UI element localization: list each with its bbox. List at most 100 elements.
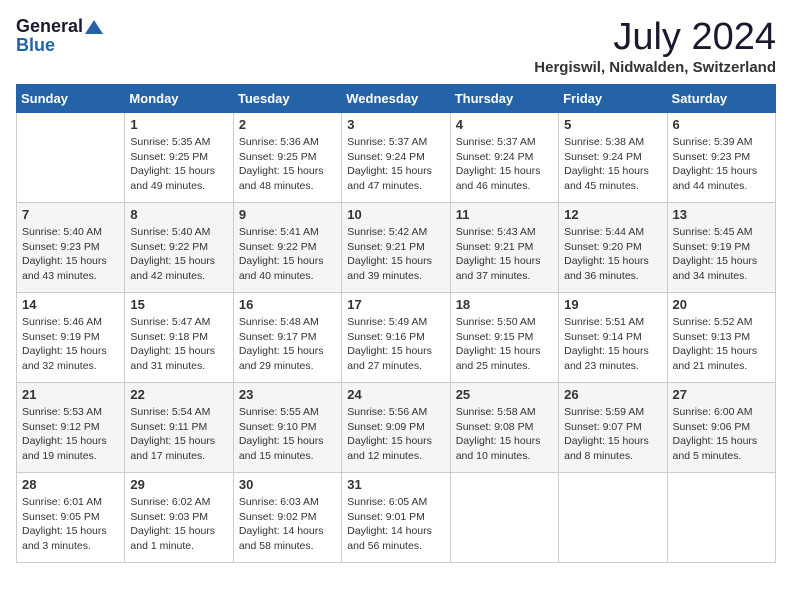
day-info: Sunrise: 5:35 AM Sunset: 9:25 PM Dayligh… (130, 135, 227, 194)
week-row-1: 1 Sunrise: 5:35 AM Sunset: 9:25 PM Daylig… (17, 113, 776, 203)
calendar-cell: 6 Sunrise: 5:39 AM Sunset: 9:23 PM Daylig… (667, 113, 775, 203)
header-thursday: Thursday (450, 85, 558, 113)
week-row-4: 21Sunrise: 5:53 AM Sunset: 9:12 PM Dayli… (17, 383, 776, 473)
header-sunday: Sunday (17, 85, 125, 113)
header-monday: Monday (125, 85, 233, 113)
day-number: 30 (239, 477, 336, 492)
calendar-cell: 3 Sunrise: 5:37 AM Sunset: 9:24 PM Daylig… (342, 113, 450, 203)
calendar-cell: 28Sunrise: 6:01 AM Sunset: 9:05 PM Dayli… (17, 473, 125, 563)
day-number: 11 (456, 207, 553, 222)
week-row-3: 14 Sunrise: 5:46 AM Sunset: 9:19 PM Dayli… (17, 293, 776, 383)
day-info: Sunrise: 6:00 AM Sunset: 9:06 PM Dayligh… (673, 405, 770, 464)
logo-icon (85, 18, 103, 36)
day-info: Sunrise: 5:36 AM Sunset: 9:25 PM Dayligh… (239, 135, 336, 194)
day-number: 10 (347, 207, 444, 222)
day-info: Sunrise: 5:42 AM Sunset: 9:21 PM Dayligh… (347, 225, 444, 284)
day-info: Sunrise: 6:01 AM Sunset: 9:05 PM Dayligh… (22, 495, 119, 554)
logo-general: General (16, 16, 83, 37)
calendar-cell: 7 Sunrise: 5:40 AM Sunset: 9:23 PM Daylig… (17, 203, 125, 293)
day-number: 29 (130, 477, 227, 492)
day-info: Sunrise: 5:43 AM Sunset: 9:21 PM Dayligh… (456, 225, 553, 284)
calendar-cell: 21Sunrise: 5:53 AM Sunset: 9:12 PM Dayli… (17, 383, 125, 473)
location-title: Hergiswil, Nidwalden, Switzerland (534, 59, 776, 76)
logo-blue: Blue (16, 35, 55, 56)
calendar-cell (450, 473, 558, 563)
logo: General Blue (16, 16, 103, 56)
day-info: Sunrise: 5:38 AM Sunset: 9:24 PM Dayligh… (564, 135, 661, 194)
day-number: 31 (347, 477, 444, 492)
day-number: 27 (673, 387, 770, 402)
day-info: Sunrise: 5:40 AM Sunset: 9:22 PM Dayligh… (130, 225, 227, 284)
day-info: Sunrise: 5:39 AM Sunset: 9:23 PM Dayligh… (673, 135, 770, 194)
day-number: 25 (456, 387, 553, 402)
day-info: Sunrise: 5:41 AM Sunset: 9:22 PM Dayligh… (239, 225, 336, 284)
calendar-cell: 31 Sunrise: 6:05 AM Sunset: 9:01 PM Dayli… (342, 473, 450, 563)
day-number: 19 (564, 297, 661, 312)
calendar-cell: 9 Sunrise: 5:41 AM Sunset: 9:22 PM Daylig… (233, 203, 341, 293)
header-saturday: Saturday (667, 85, 775, 113)
day-info: Sunrise: 5:40 AM Sunset: 9:23 PM Dayligh… (22, 225, 119, 284)
day-number: 13 (673, 207, 770, 222)
calendar-cell: 4 Sunrise: 5:37 AM Sunset: 9:24 PM Daylig… (450, 113, 558, 203)
day-number: 15 (130, 297, 227, 312)
calendar-cell: 5 Sunrise: 5:38 AM Sunset: 9:24 PM Daylig… (559, 113, 667, 203)
day-number: 8 (130, 207, 227, 222)
calendar-cell (559, 473, 667, 563)
day-number: 22 (130, 387, 227, 402)
header-tuesday: Tuesday (233, 85, 341, 113)
day-number: 20 (673, 297, 770, 312)
week-row-5: 28Sunrise: 6:01 AM Sunset: 9:05 PM Dayli… (17, 473, 776, 563)
calendar-cell: 29 Sunrise: 6:02 AM Sunset: 9:03 PM Dayli… (125, 473, 233, 563)
calendar-table: Sunday Monday Tuesday Wednesday Thursday… (16, 84, 776, 563)
day-info: Sunrise: 6:03 AM Sunset: 9:02 PM Dayligh… (239, 495, 336, 554)
day-number: 14 (22, 297, 119, 312)
calendar-cell: 25 Sunrise: 5:58 AM Sunset: 9:08 PM Dayli… (450, 383, 558, 473)
calendar-cell: 20Sunrise: 5:52 AM Sunset: 9:13 PM Dayli… (667, 293, 775, 383)
calendar-cell: 13Sunrise: 5:45 AM Sunset: 9:19 PM Dayli… (667, 203, 775, 293)
day-info: Sunrise: 5:58 AM Sunset: 9:08 PM Dayligh… (456, 405, 553, 464)
calendar-cell: 10 Sunrise: 5:42 AM Sunset: 9:21 PM Dayli… (342, 203, 450, 293)
day-info: Sunrise: 5:46 AM Sunset: 9:19 PM Dayligh… (22, 315, 119, 374)
day-info: Sunrise: 5:51 AM Sunset: 9:14 PM Dayligh… (564, 315, 661, 374)
calendar-cell: 1 Sunrise: 5:35 AM Sunset: 9:25 PM Daylig… (125, 113, 233, 203)
calendar-cell: 14 Sunrise: 5:46 AM Sunset: 9:19 PM Dayli… (17, 293, 125, 383)
day-number: 9 (239, 207, 336, 222)
calendar-cell: 17Sunrise: 5:49 AM Sunset: 9:16 PM Dayli… (342, 293, 450, 383)
day-number: 5 (564, 117, 661, 132)
day-number: 3 (347, 117, 444, 132)
calendar-cell: 11 Sunrise: 5:43 AM Sunset: 9:21 PM Dayli… (450, 203, 558, 293)
week-row-2: 7 Sunrise: 5:40 AM Sunset: 9:23 PM Daylig… (17, 203, 776, 293)
day-number: 4 (456, 117, 553, 132)
calendar-cell (17, 113, 125, 203)
day-number: 2 (239, 117, 336, 132)
day-number: 26 (564, 387, 661, 402)
calendar-cell: 23Sunrise: 5:55 AM Sunset: 9:10 PM Dayli… (233, 383, 341, 473)
day-number: 18 (456, 297, 553, 312)
day-number: 24 (347, 387, 444, 402)
calendar-cell: 27 Sunrise: 6:00 AM Sunset: 9:06 PM Dayli… (667, 383, 775, 473)
calendar-cell: 26Sunrise: 5:59 AM Sunset: 9:07 PM Dayli… (559, 383, 667, 473)
day-number: 23 (239, 387, 336, 402)
calendar-cell (667, 473, 775, 563)
day-number: 7 (22, 207, 119, 222)
header-friday: Friday (559, 85, 667, 113)
month-title: July 2024 (534, 16, 776, 59)
day-info: Sunrise: 5:47 AM Sunset: 9:18 PM Dayligh… (130, 315, 227, 374)
day-info: Sunrise: 6:05 AM Sunset: 9:01 PM Dayligh… (347, 495, 444, 554)
day-info: Sunrise: 5:49 AM Sunset: 9:16 PM Dayligh… (347, 315, 444, 374)
title-section: July 2024 Hergiswil, Nidwalden, Switzerl… (534, 16, 776, 76)
day-info: Sunrise: 5:48 AM Sunset: 9:17 PM Dayligh… (239, 315, 336, 374)
day-info: Sunrise: 5:37 AM Sunset: 9:24 PM Dayligh… (456, 135, 553, 194)
calendar-cell: 18Sunrise: 5:50 AM Sunset: 9:15 PM Dayli… (450, 293, 558, 383)
day-number: 1 (130, 117, 227, 132)
day-info: Sunrise: 5:53 AM Sunset: 9:12 PM Dayligh… (22, 405, 119, 464)
calendar-cell: 16Sunrise: 5:48 AM Sunset: 9:17 PM Dayli… (233, 293, 341, 383)
day-info: Sunrise: 5:44 AM Sunset: 9:20 PM Dayligh… (564, 225, 661, 284)
day-info: Sunrise: 5:56 AM Sunset: 9:09 PM Dayligh… (347, 405, 444, 464)
day-info: Sunrise: 6:02 AM Sunset: 9:03 PM Dayligh… (130, 495, 227, 554)
calendar-cell: 15 Sunrise: 5:47 AM Sunset: 9:18 PM Dayli… (125, 293, 233, 383)
header-wednesday: Wednesday (342, 85, 450, 113)
calendar-cell: 22Sunrise: 5:54 AM Sunset: 9:11 PM Dayli… (125, 383, 233, 473)
day-number: 6 (673, 117, 770, 132)
day-info: Sunrise: 5:37 AM Sunset: 9:24 PM Dayligh… (347, 135, 444, 194)
